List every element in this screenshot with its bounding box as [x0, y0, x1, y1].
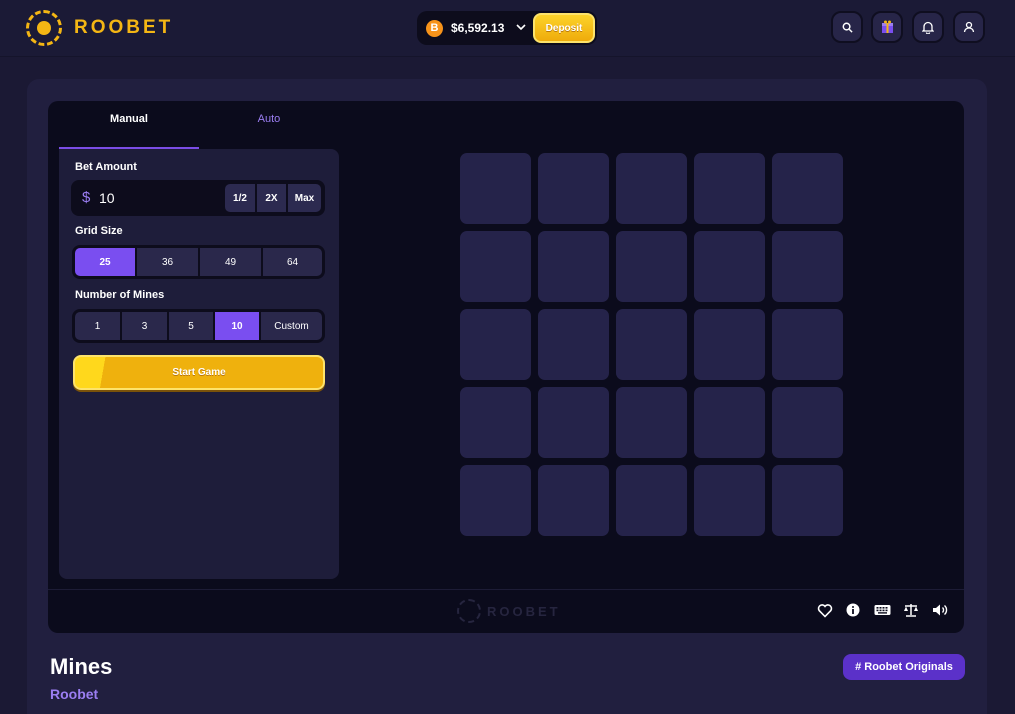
top-nav: ROOBET B $6,592.13 Deposit [0, 0, 1015, 57]
footer-logo: ROOBET [457, 599, 561, 623]
mine-tile[interactable] [772, 231, 843, 302]
logo-text: ROOBET [74, 17, 174, 38]
grid-size-option-64[interactable]: 64 [263, 248, 322, 276]
search-icon [842, 22, 853, 33]
mine-tile[interactable] [772, 153, 843, 224]
start-game-button[interactable]: Start Game [73, 355, 325, 390]
tab-auto[interactable]: Auto [199, 113, 339, 149]
mines-option-custom[interactable]: Custom [261, 312, 322, 340]
mine-tile[interactable] [460, 465, 531, 536]
bet-amount-label: Bet Amount [75, 161, 137, 173]
game-title: Mines [50, 654, 113, 679]
currency-symbol: $ [82, 189, 91, 206]
bitcoin-icon: B [426, 19, 443, 37]
double-bet-button[interactable]: 2X [257, 184, 286, 212]
game-provider-link[interactable]: Roobet [50, 686, 98, 702]
mine-tile[interactable] [694, 387, 765, 458]
footer-logo-text: ROOBET [487, 603, 561, 619]
mine-tile[interactable] [538, 231, 609, 302]
gift-icon [881, 20, 893, 33]
grid-size-selector: 25 36 49 64 [72, 245, 325, 279]
mine-tile[interactable] [538, 465, 609, 536]
mine-tile[interactable] [616, 387, 687, 458]
deposit-button[interactable]: Deposit [533, 13, 595, 43]
number-of-mines-label: Number of Mines [75, 289, 165, 301]
mine-tile[interactable] [694, 465, 765, 536]
mines-option-10[interactable]: 10 [215, 312, 259, 340]
mine-tile[interactable] [694, 231, 765, 302]
user-icon [963, 21, 975, 33]
notifications-button[interactable] [912, 11, 944, 43]
mine-tile[interactable] [772, 309, 843, 380]
chevron-down-icon[interactable] [516, 23, 526, 34]
mine-tile[interactable] [460, 309, 531, 380]
mines-option-3[interactable]: 3 [122, 312, 167, 340]
wallet-selector[interactable]: B $6,592.13 Deposit [417, 11, 597, 45]
mines-count-selector: 1 3 5 10 Custom [72, 309, 325, 343]
heart-icon[interactable] [817, 603, 833, 621]
tab-manual[interactable]: Manual [59, 113, 199, 149]
grid-size-option-25[interactable]: 25 [75, 248, 135, 276]
mine-tile[interactable] [538, 153, 609, 224]
mine-tile[interactable] [460, 231, 531, 302]
volume-icon[interactable] [932, 603, 949, 620]
mines-option-1[interactable]: 1 [75, 312, 120, 340]
max-bet-button[interactable]: Max [288, 184, 321, 212]
kangaroo-logo-icon [26, 10, 62, 46]
mine-tile[interactable] [460, 153, 531, 224]
grid-size-label: Grid Size [75, 225, 123, 237]
mines-option-5[interactable]: 5 [169, 312, 213, 340]
roobet-logo[interactable]: ROOBET [26, 9, 173, 47]
wallet-balance: $6,592.13 [451, 21, 505, 35]
mine-tile[interactable] [694, 153, 765, 224]
mine-tile[interactable] [694, 309, 765, 380]
mine-tile[interactable] [772, 387, 843, 458]
mine-tile[interactable] [616, 465, 687, 536]
grid-size-option-36[interactable]: 36 [137, 248, 198, 276]
rewards-button[interactable] [871, 11, 903, 43]
mine-tile[interactable] [538, 387, 609, 458]
roobet-originals-tag[interactable]: # Roobet Originals [843, 654, 965, 680]
half-bet-button[interactable]: 1/2 [225, 184, 255, 212]
mine-tile[interactable] [460, 387, 531, 458]
bet-amount-input[interactable]: 10 [99, 190, 115, 206]
mine-tile[interactable] [616, 153, 687, 224]
mine-tile[interactable] [616, 231, 687, 302]
grid-size-option-49[interactable]: 49 [200, 248, 261, 276]
kangaroo-watermark-icon [457, 599, 481, 623]
bet-amount-field[interactable]: $ 10 1/2 2X Max [71, 180, 325, 216]
info-icon[interactable] [846, 603, 860, 620]
mine-tile[interactable] [616, 309, 687, 380]
profile-button[interactable] [953, 11, 985, 43]
keyboard-icon[interactable] [874, 603, 891, 619]
balance-scale-icon[interactable] [903, 603, 919, 620]
mine-tile[interactable] [538, 309, 609, 380]
mine-tile[interactable] [772, 465, 843, 536]
search-button[interactable] [831, 11, 863, 43]
bell-icon [922, 21, 934, 34]
